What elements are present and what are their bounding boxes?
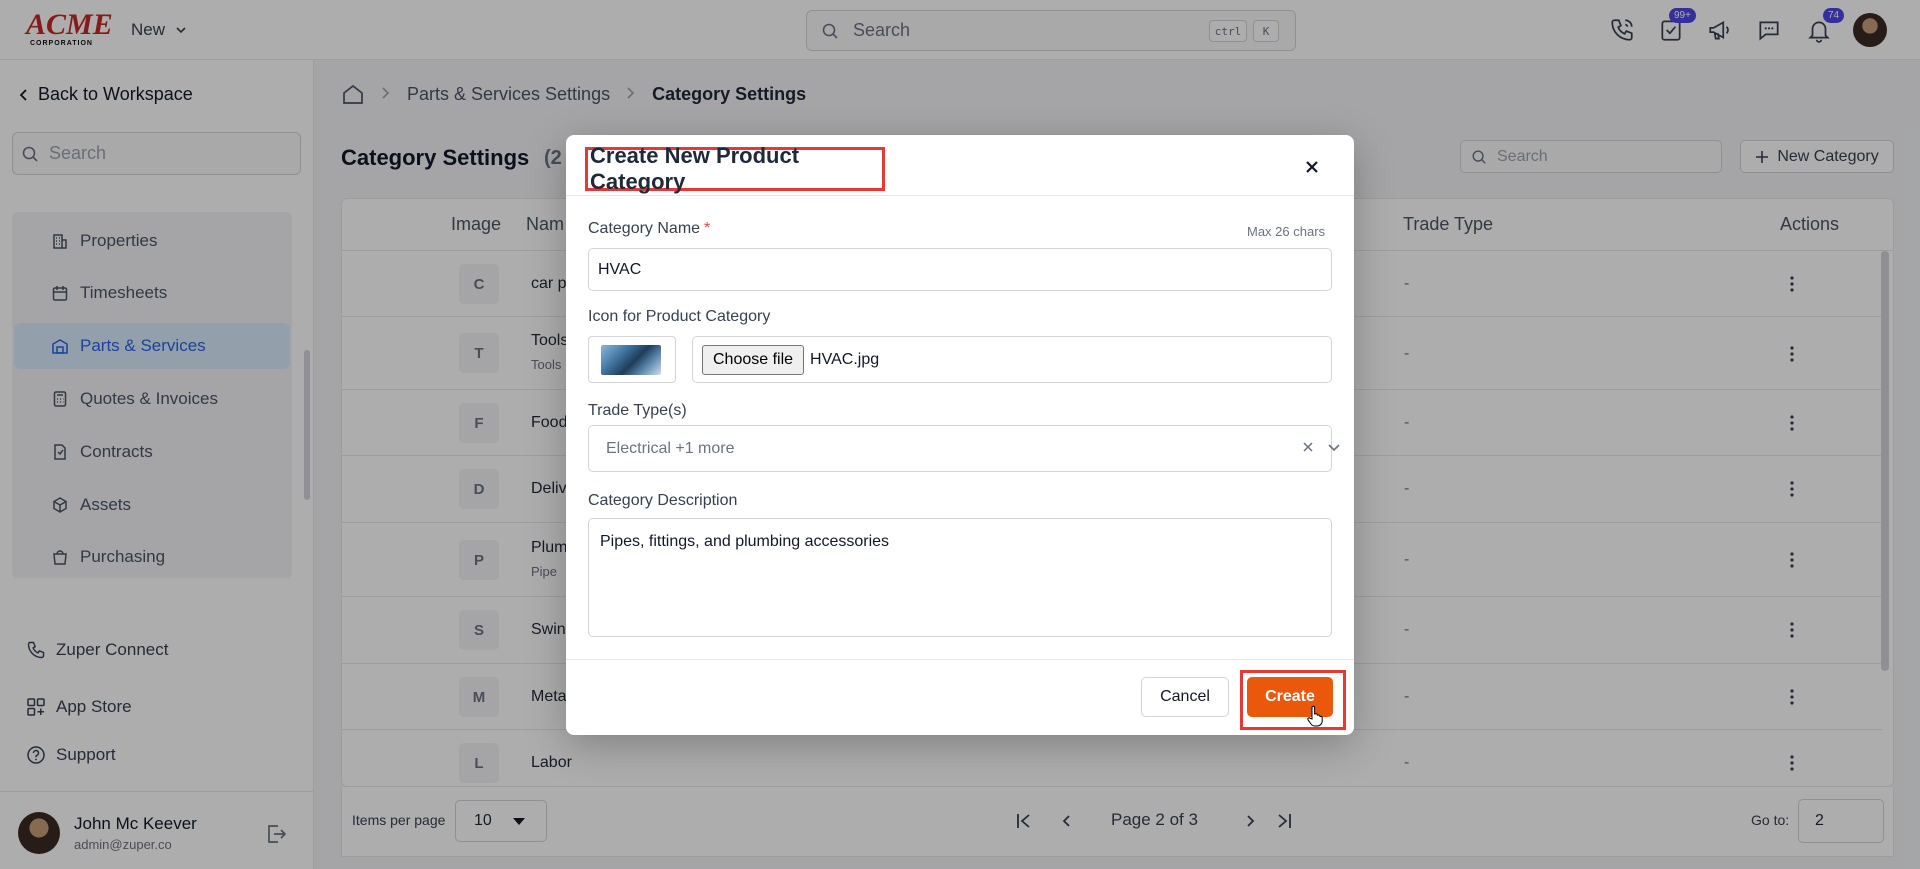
required-asterisk: * xyxy=(704,220,711,237)
chevron-down-icon[interactable] xyxy=(1327,440,1341,454)
category-name-label: Category Name * xyxy=(588,220,710,238)
trade-type-select[interactable]: Electrical +1 more xyxy=(588,425,1340,472)
trade-type-selected-value: Electrical +1 more xyxy=(606,439,735,457)
icon-label: Icon for Product Category xyxy=(588,308,771,325)
category-name-label-text: Category Name xyxy=(588,220,701,237)
category-name-input[interactable]: HVAC xyxy=(588,248,1332,291)
trade-type-label: Trade Type(s) xyxy=(588,402,687,419)
cancel-button[interactable]: Cancel xyxy=(1141,677,1229,717)
icon-preview xyxy=(588,336,676,383)
create-category-modal: Create New Product Category Category Nam… xyxy=(566,135,1354,735)
hand-cursor-icon xyxy=(1307,705,1323,727)
choose-file-button[interactable]: Choose file xyxy=(702,344,805,375)
selected-file-name: HVAC.jpg xyxy=(810,350,880,368)
category-description-textarea[interactable]: Pipes, fittings, and plumbing accessorie… xyxy=(588,518,1332,637)
modal-header-divider xyxy=(566,195,1354,196)
clear-icon[interactable] xyxy=(1301,440,1315,454)
icon-file-input[interactable]: Choose file HVAC.jpg xyxy=(692,336,1332,383)
close-icon[interactable] xyxy=(1300,155,1324,179)
description-label: Category Description xyxy=(588,492,738,509)
modal-footer-divider xyxy=(566,659,1354,660)
modal-title: Create New Product Category xyxy=(585,143,885,194)
max-chars-hint: Max 26 chars xyxy=(1247,224,1326,239)
hvac-thumbnail-image xyxy=(601,345,661,375)
